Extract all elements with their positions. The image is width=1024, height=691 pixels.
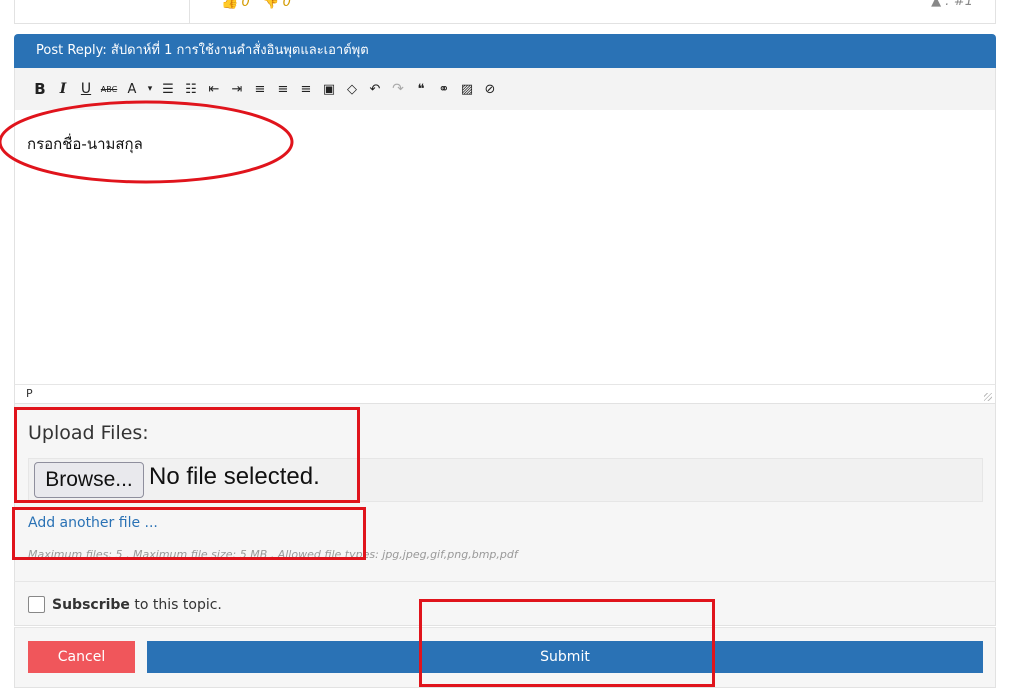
align-center-icon[interactable]: ≡ (272, 78, 294, 100)
thumbs-up-icon[interactable]: 👍 (221, 0, 238, 10)
editor-content[interactable]: กรอกชื่อ-นามสกุล (27, 132, 143, 156)
subscribe-bold: Subscribe (52, 597, 130, 613)
file-status-text: No file selected. (149, 463, 320, 490)
redo-icon[interactable]: ↷ (387, 78, 409, 100)
italic-icon[interactable]: I (52, 78, 74, 100)
add-another-file-link[interactable]: Add another file ... (28, 515, 158, 531)
browse-button[interactable]: Browse... (34, 462, 144, 498)
post-reply-header: Post Reply: สัปดาห์ที่ 1 การใช้งานคำสั่ง… (14, 34, 996, 68)
divider (189, 0, 190, 24)
subscribe-label: Subscribe to this topic. (52, 597, 222, 613)
post-number: ▲ : #1 (931, 0, 973, 9)
eraser-icon[interactable]: ◇ (341, 78, 363, 100)
divider (14, 581, 996, 582)
hide-icon[interactable]: ⊘ (479, 78, 501, 100)
upload-files-label: Upload Files: (28, 422, 149, 444)
indent-icon[interactable]: ⇥ (226, 78, 248, 100)
vote-area: 👍 0 👎 0 (221, 0, 299, 10)
post-number-value: #1 (953, 0, 973, 9)
subscribe-rest: to this topic. (129, 597, 222, 613)
editor-statusbar: P (14, 384, 996, 404)
underline-icon[interactable]: U (75, 78, 97, 100)
submit-button[interactable]: Submit (147, 641, 983, 673)
numbered-list-icon[interactable]: ☷ (180, 78, 202, 100)
align-right-icon[interactable]: ≡ (295, 78, 317, 100)
cancel-button[interactable]: Cancel (28, 641, 135, 673)
undo-icon[interactable]: ↶ (364, 78, 386, 100)
element-path[interactable]: P (26, 387, 33, 400)
image-icon[interactable]: ▨ (456, 78, 478, 100)
blockquote-icon[interactable]: ❝ (410, 78, 432, 100)
options-panel (14, 404, 996, 626)
bold-icon[interactable]: B (29, 78, 51, 100)
dislikes-count: 0 (282, 0, 291, 10)
link-icon[interactable]: ⚭ (433, 78, 455, 100)
warning-icon[interactable]: ▲ (931, 0, 941, 9)
upload-limits-text: Maximum files: 5 , Maximum file size: 5 … (28, 548, 518, 561)
subscribe-checkbox[interactable] (28, 596, 45, 613)
thumbs-down-icon[interactable]: 👎 (262, 0, 279, 10)
bullet-list-icon[interactable]: ☰ (157, 78, 179, 100)
text-color-icon[interactable]: A (121, 78, 143, 100)
previous-post-footer: 👍 0 👎 0 ▲ : #1 (14, 0, 996, 24)
outdent-icon[interactable]: ⇤ (203, 78, 225, 100)
text-color-dropdown-icon[interactable]: ▾ (144, 78, 156, 100)
likes-count: 0 (241, 0, 250, 10)
align-left-icon[interactable]: ≡ (249, 78, 271, 100)
editor-toolbar: B I U ABC A ▾ ☰ ☷ ⇤ ⇥ ≡ ≡ ≡ ▣ ◇ ↶ ↷ ❝ ⚭ ▨ ⊘ (14, 68, 996, 110)
resize-handle-icon[interactable] (984, 393, 992, 401)
strikethrough-icon[interactable]: ABC (98, 78, 120, 100)
paste-icon[interactable]: ▣ (318, 78, 340, 100)
message-editor[interactable]: กรอกชื่อ-นามสกุล (14, 110, 996, 385)
